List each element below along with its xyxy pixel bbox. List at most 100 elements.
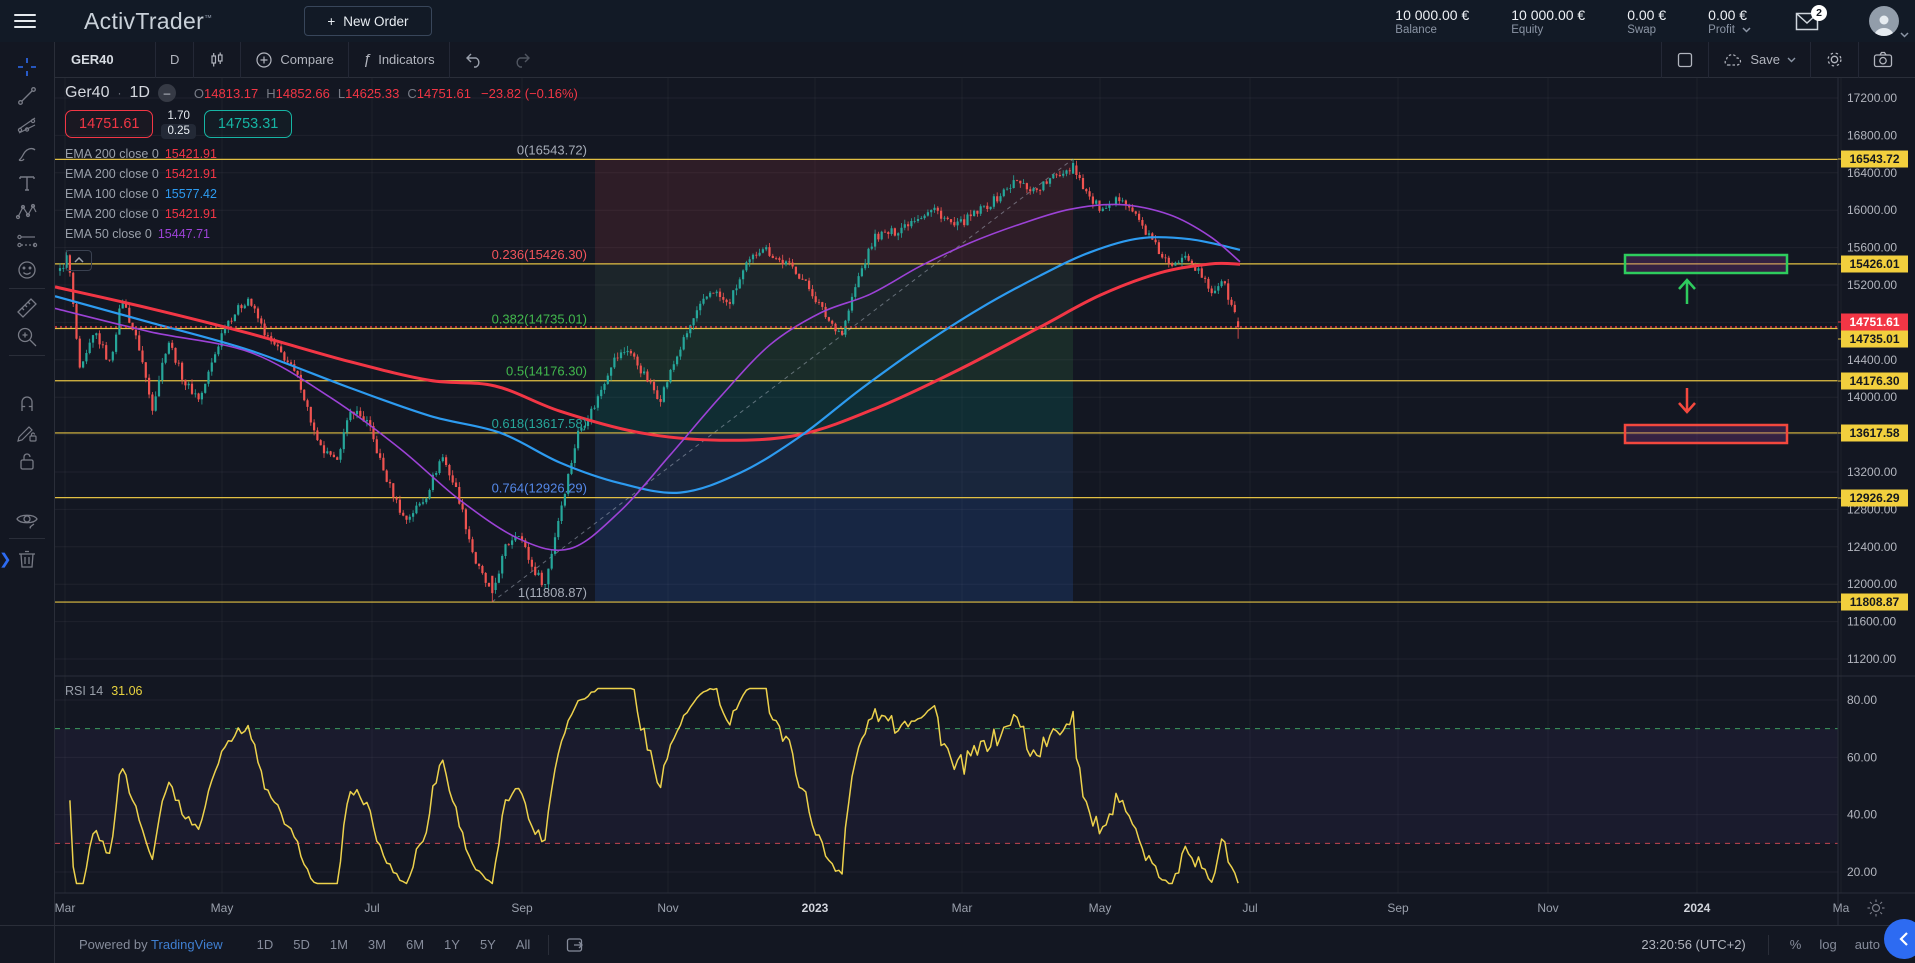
theme-sun-icon[interactable]	[1868, 900, 1885, 917]
svg-text:15426.01: 15426.01	[1849, 257, 1899, 271]
account-swap: 0.00 €Swap	[1627, 7, 1666, 36]
user-menu[interactable]	[1869, 6, 1899, 36]
remove-drawings-tool[interactable]	[10, 543, 44, 572]
account-label: Swap	[1627, 24, 1656, 36]
goto-date-button[interactable]	[559, 934, 593, 956]
price-tick: 15600.00	[1847, 241, 1897, 255]
crosshair-tool[interactable]	[10, 52, 44, 81]
ema-legend-row[interactable]: EMA 200 close 015421.91	[65, 167, 578, 181]
log-scale-button[interactable]: log	[1812, 934, 1843, 955]
time-tick: Sep	[511, 901, 533, 915]
ema-legend-row[interactable]: EMA 200 close 015421.91	[65, 147, 578, 161]
redo-icon	[512, 52, 532, 68]
magnet-tool[interactable]	[10, 388, 44, 417]
level-price-badge: 13617.58	[1838, 425, 1908, 442]
buy-price-button[interactable]: 14753.31	[204, 110, 292, 138]
ema-legend-row[interactable]: EMA 200 close 015421.91	[65, 207, 578, 221]
svg-text:14176.30: 14176.30	[1849, 374, 1899, 388]
measure-tool[interactable]	[10, 293, 44, 322]
chart-style-button[interactable]	[194, 42, 240, 77]
svg-text:11808.87: 11808.87	[1850, 595, 1900, 609]
ema-legend-row[interactable]: EMA 100 close 015577.42	[65, 187, 578, 201]
emoji-tool[interactable]	[10, 255, 44, 284]
new-order-button[interactable]: + New Order	[304, 6, 431, 36]
projection-tool[interactable]	[10, 226, 44, 255]
compare-button[interactable]: Compare	[241, 42, 347, 77]
chart-area: 17200.0016800.0016400.0016000.0015600.00…	[55, 78, 1915, 925]
time-tick: Ma	[1833, 901, 1850, 915]
settings-button[interactable]	[1811, 42, 1858, 77]
menu-icon[interactable]	[14, 10, 36, 32]
interval-button[interactable]: D	[156, 42, 193, 77]
layout-button[interactable]	[1662, 42, 1708, 77]
xabcd-pattern-tool[interactable]	[10, 197, 44, 226]
panel-expander-icon[interactable]: ❯	[0, 550, 12, 568]
timeframe-6m[interactable]: 6M	[398, 934, 432, 955]
price-tick: 14000.00	[1847, 390, 1897, 404]
symbol-button[interactable]: GER40	[63, 42, 155, 77]
ohlc-item: L14625.33	[338, 86, 399, 101]
zoom-in-tool[interactable]	[10, 322, 44, 351]
fib-label: 0.618(13617.58)	[492, 416, 587, 431]
brush-tool[interactable]	[10, 139, 44, 168]
sell-price-button[interactable]: 14751.61	[65, 110, 153, 138]
screenshot-button[interactable]	[1859, 42, 1907, 77]
buy-zone-box[interactable]	[1625, 255, 1787, 273]
svg-text:16543.72: 16543.72	[1849, 152, 1899, 166]
sell-zone-box[interactable]	[1625, 425, 1787, 443]
percent-scale-button[interactable]: %	[1783, 934, 1809, 955]
time-tick: 2023	[802, 901, 829, 915]
ema-value: 15421.91	[165, 207, 217, 221]
clock[interactable]: 23:20:56 (UTC+2)	[1641, 937, 1745, 952]
timeframe-5d[interactable]: 5D	[285, 934, 318, 955]
chevron-down-icon[interactable]	[1742, 27, 1751, 33]
level-price-badge: 15426.01	[1838, 256, 1908, 273]
timeframe-1y[interactable]: 1Y	[436, 934, 468, 955]
level-price-badge: 16543.72	[1838, 151, 1908, 168]
timeframe-all[interactable]: All	[508, 934, 538, 955]
change-value: −23.82 (−0.16%)	[481, 86, 578, 101]
timeframe-3m[interactable]: 3M	[360, 934, 394, 955]
rsi-tick: 60.00	[1847, 750, 1877, 764]
legend-symbol[interactable]: Ger40	[65, 84, 109, 102]
ema-legend-row[interactable]: EMA 50 close 015447.71	[65, 227, 578, 241]
price-tick: 12400.00	[1847, 540, 1897, 554]
spread: 1.70 0.25	[161, 109, 195, 139]
timeframe-5y[interactable]: 5Y	[472, 934, 504, 955]
ohlc-item: O14813.17	[194, 86, 258, 101]
arrow-down-icon[interactable]	[1679, 388, 1695, 412]
fib-band	[595, 159, 1073, 263]
redo-button[interactable]	[498, 42, 546, 77]
timeframe-1m[interactable]: 1M	[322, 934, 356, 955]
arrow-up-icon[interactable]	[1679, 280, 1695, 304]
avatar	[1869, 6, 1899, 36]
drawing-mode-tool[interactable]	[10, 417, 44, 446]
level-price-badge: 11808.87	[1838, 594, 1908, 611]
rsi-legend[interactable]: RSI 14 31.06	[65, 684, 143, 698]
tradingview-link[interactable]: TradingView	[151, 937, 223, 952]
gann-fib-tool[interactable]	[10, 110, 44, 139]
price-tick: 16000.00	[1847, 203, 1897, 217]
trend-line-tool[interactable]	[10, 81, 44, 110]
fib-label: 0.764(12926.29)	[492, 481, 587, 496]
save-button[interactable]: Save	[1709, 42, 1810, 77]
hide-series-icon[interactable]: –	[158, 84, 176, 102]
layout-square-icon	[1676, 51, 1694, 69]
pane-collapse-button[interactable]	[65, 250, 92, 271]
lock-drawings-tool[interactable]	[10, 446, 44, 475]
auto-scale-button[interactable]: auto	[1848, 934, 1887, 955]
cloud-icon	[1723, 52, 1743, 67]
bottom-bar: Powered by TradingView 1D5D1M3M6M1Y5YAll…	[0, 925, 1915, 963]
level-price-badge: 14735.01	[1838, 331, 1908, 348]
price-tick: 14400.00	[1847, 353, 1897, 367]
price-tick: 13200.00	[1847, 465, 1897, 479]
svg-text:13617.58: 13617.58	[1849, 426, 1899, 440]
timeframe-1d[interactable]: 1D	[249, 934, 282, 955]
text-tool[interactable]	[10, 168, 44, 197]
time-tick: 2024	[1684, 901, 1711, 915]
account-value: 0.00 €	[1627, 7, 1666, 23]
mail-button[interactable]: 2	[1795, 12, 1819, 31]
indicators-button[interactable]: ƒ Indicators	[349, 42, 449, 77]
hide-drawings-tool[interactable]	[10, 505, 44, 534]
undo-button[interactable]	[450, 42, 498, 77]
